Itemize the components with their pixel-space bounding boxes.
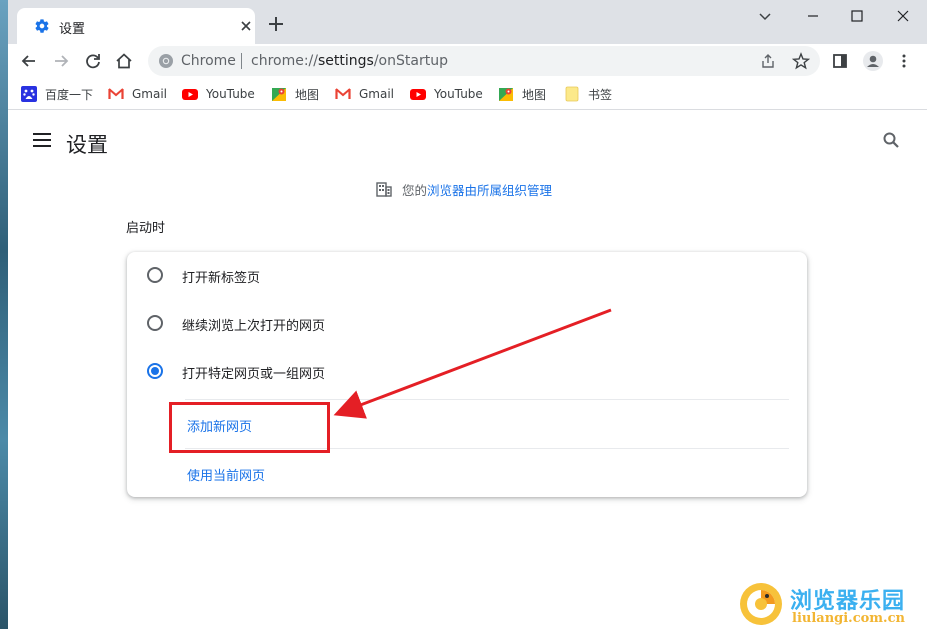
new-tab-plus-icon[interactable]	[267, 15, 285, 33]
browser-window: 设置 Chrome chrome://settings/onStartup 百度…	[8, 0, 927, 629]
bookmark-maps[interactable]: 地图	[271, 85, 319, 103]
startup-option-specific-pages[interactable]: 打开特定网页或一组网页	[127, 348, 807, 396]
tab-search-chevron-icon[interactable]	[755, 6, 775, 26]
option-label: 继续浏览上次打开的网页	[182, 319, 326, 334]
managed-link[interactable]: 浏览器由所属组织管理	[427, 180, 552, 199]
bookmark-label: 地图	[295, 87, 320, 102]
home-icon[interactable]	[115, 52, 133, 70]
bookmark-youtube[interactable]: YouTube	[182, 85, 255, 103]
bookmark-gmail-2[interactable]: Gmail	[335, 85, 394, 103]
back-arrow-icon[interactable]	[20, 52, 38, 70]
address-separator	[241, 53, 242, 69]
maps-icon	[272, 88, 286, 101]
startup-options-card: 打开新标签页 继续浏览上次打开的网页 打开特定网页或一组网页 添加新网页 使用当…	[127, 252, 807, 497]
close-icon[interactable]	[238, 18, 254, 34]
tab-title: 设置	[59, 22, 86, 37]
building-icon	[376, 182, 392, 197]
reload-icon[interactable]	[84, 52, 102, 70]
tab-settings[interactable]: 设置	[17, 8, 255, 44]
managed-prefix: 您的	[402, 182, 428, 198]
watermark-logo-icon	[740, 583, 782, 625]
profile-avatar-icon[interactable]	[862, 50, 884, 72]
divider	[185, 399, 789, 400]
tab-strip: 设置	[8, 0, 927, 44]
bookmark-label: 百度一下	[45, 87, 94, 102]
maximize-icon[interactable]	[847, 6, 867, 26]
address-bar[interactable]: Chrome chrome://settings/onStartup	[148, 46, 820, 76]
bookmark-label: 书签	[588, 87, 613, 102]
gear-icon	[35, 19, 49, 33]
bookmark-youtube-2[interactable]: YouTube	[410, 85, 483, 103]
watermark-url: liulangi.com.cn	[792, 611, 905, 626]
settings-page: 设置 您的 浏览器由所属组织管理 启动时 打开新标签页 继续浏览上次打开的网页 …	[8, 111, 927, 629]
search-icon[interactable]	[882, 131, 900, 149]
section-title-on-startup: 启动时	[126, 221, 166, 236]
site-label: Chrome	[181, 53, 236, 69]
folder-icon	[565, 86, 579, 102]
bookmark-label: YouTube	[434, 87, 483, 101]
bookmark-label: YouTube	[206, 87, 255, 101]
bookmark-maps-2[interactable]: 地图	[498, 85, 546, 103]
bookmark-star-icon[interactable]	[792, 52, 810, 70]
bookmark-gmail[interactable]: Gmail	[108, 85, 167, 103]
bookmark-label: Gmail	[132, 87, 168, 101]
bookmark-folder[interactable]: 书签	[564, 85, 612, 103]
side-panel-icon[interactable]	[831, 52, 849, 70]
bookmark-label: 地图	[522, 87, 547, 102]
gmail-icon	[335, 88, 351, 99]
share-icon[interactable]	[760, 53, 776, 69]
window-close-icon[interactable]	[893, 6, 913, 26]
startup-option-new-tab[interactable]: 打开新标签页	[127, 252, 807, 300]
radio-button[interactable]	[147, 267, 163, 283]
url-text: chrome://settings/onStartup	[251, 53, 448, 69]
annotation-highlight-box	[169, 402, 330, 453]
baidu-icon	[21, 86, 37, 102]
option-label: 打开特定网页或一组网页	[182, 367, 326, 382]
youtube-icon	[182, 89, 198, 100]
managed-by-organization-notice: 您的 浏览器由所属组织管理	[376, 180, 552, 198]
more-vert-icon[interactable]	[895, 52, 913, 70]
page-title: 设置	[66, 133, 108, 157]
startup-option-continue[interactable]: 继续浏览上次打开的网页	[127, 300, 807, 348]
option-label: 打开新标签页	[182, 271, 261, 286]
desktop-background	[0, 0, 8, 629]
youtube-icon	[410, 89, 426, 100]
radio-button[interactable]	[147, 315, 163, 331]
forward-arrow-icon[interactable]	[52, 52, 70, 70]
radio-button-checked[interactable]	[147, 363, 163, 379]
maps-icon	[499, 88, 513, 101]
bookmark-baidu[interactable]: 百度一下	[21, 85, 93, 103]
watermark: 浏览器乐园 liulangi.com.cn	[738, 581, 927, 629]
hamburger-menu-icon[interactable]	[33, 133, 51, 147]
chrome-logo-icon	[159, 54, 173, 68]
minimize-icon[interactable]	[803, 6, 823, 26]
gmail-icon	[108, 88, 124, 99]
toolbar: Chrome chrome://settings/onStartup	[8, 44, 927, 78]
use-current-pages-link[interactable]: 使用当前网页	[187, 465, 265, 484]
bookmark-label: Gmail	[359, 87, 395, 101]
bookmarks-bar: 百度一下 Gmail YouTube 地图 Gmail YouTube 地图 书…	[8, 78, 927, 110]
